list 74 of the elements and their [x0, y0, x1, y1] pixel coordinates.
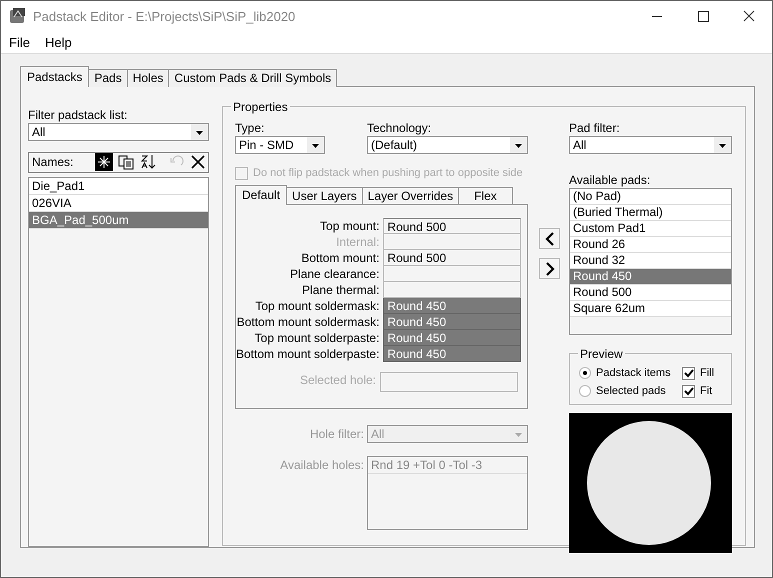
list-item[interactable]: BGA_Pad_500um	[29, 212, 208, 229]
checkbox-label: Fill	[700, 367, 714, 379]
label: Filter padstack list:	[28, 108, 128, 122]
radio-button[interactable]	[579, 367, 591, 379]
field-value[interactable]	[383, 234, 522, 250]
label: Technology:	[367, 121, 432, 135]
move-left-button[interactable]	[539, 228, 560, 249]
label: Bottom mount solderpaste:	[236, 346, 380, 362]
copy-icon[interactable]	[117, 153, 135, 172]
label: Available holes:	[279, 457, 364, 474]
radio-label: Selected pads	[596, 385, 666, 397]
checkbox[interactable]	[682, 384, 695, 398]
chevron-right-icon	[544, 262, 554, 276]
app-icon	[9, 7, 27, 25]
tab[interactable]: Default	[235, 185, 288, 205]
list-item[interactable]: Round 500	[570, 285, 731, 301]
list-item[interactable]: 026VIA	[29, 194, 208, 212]
radio-label: Padstack items	[596, 367, 671, 379]
delete-icon[interactable]	[189, 153, 207, 172]
label: Bottom mount soldermask:	[236, 314, 380, 330]
sort-icon[interactable]	[139, 153, 157, 172]
field-value[interactable]	[383, 266, 522, 282]
tab[interactable]: Pads	[88, 69, 128, 87]
checkbox[interactable]	[682, 366, 695, 380]
check-icon	[683, 386, 694, 396]
window-title: Padstack Editor - E:\Projects\SiP\SiP_lib2020	[33, 8, 296, 24]
chevron-left-icon	[544, 232, 554, 246]
label: Names:	[32, 155, 74, 170]
group-title: Preview	[578, 347, 625, 361]
field-value[interactable]: Round 450	[383, 298, 522, 314]
label: Internal:	[335, 234, 380, 250]
check-icon	[683, 368, 694, 378]
label: Top mount soldermask:	[254, 298, 380, 314]
checkbox-label: Fit	[700, 385, 712, 397]
group-title: Properties	[231, 100, 290, 114]
list-item[interactable]: Round 32	[570, 253, 731, 269]
tab[interactable]: Padstacks	[20, 66, 90, 87]
tab[interactable]: Flex	[458, 187, 513, 205]
menu-item[interactable]: File	[1, 34, 37, 50]
label: Hole filter:	[308, 427, 364, 441]
field-value[interactable]: Round 500	[383, 250, 522, 266]
radio-button[interactable]	[579, 385, 591, 397]
list-item[interactable]: Round 450	[570, 269, 731, 285]
dropdown[interactable]: (Default)	[367, 136, 528, 154]
label: Pad filter:	[569, 121, 621, 135]
tab[interactable]: Custom Pads & Drill Symbols	[168, 69, 338, 87]
dropdown[interactable]: Pin - SMD	[235, 136, 325, 154]
dropdown[interactable]: All	[28, 123, 209, 141]
label: Type:	[235, 121, 266, 135]
list-item[interactable]: (Buried Thermal)	[570, 205, 731, 221]
label: Plane clearance:	[289, 266, 380, 282]
checkbox-label: Do not flip padstack when pushing part to opposite side	[253, 167, 523, 179]
move-right-button[interactable]	[539, 258, 560, 279]
tab[interactable]: Layer Overrides	[362, 187, 460, 205]
field-value[interactable]: Round 450	[383, 330, 522, 346]
list-item[interactable]: Custom Pad1	[570, 221, 731, 237]
field-value[interactable]: Round 450	[383, 346, 522, 362]
list-item[interactable]: Round 26	[570, 237, 731, 253]
label: Bottom mount:	[300, 250, 380, 266]
new-icon[interactable]	[95, 153, 113, 172]
label: Available pads:	[569, 173, 652, 187]
dropdown[interactable]: All	[569, 136, 732, 154]
tab[interactable]: User Layers	[286, 187, 363, 205]
label: Selected hole:	[298, 372, 376, 388]
field-value[interactable]: Round 500	[383, 218, 522, 234]
list-item[interactable]: Die_Pad1	[29, 178, 208, 195]
list-item[interactable]: (No Pad)	[570, 189, 731, 205]
label: Plane thermal:	[301, 282, 380, 298]
label: Top mount solderpaste:	[254, 330, 380, 346]
field-value[interactable]: Round 450	[383, 314, 522, 330]
label: Top mount:	[319, 218, 380, 234]
menu-item[interactable]: Help	[36, 34, 79, 50]
list-item[interactable]: Square 62um	[570, 301, 731, 317]
tab[interactable]: Holes	[126, 69, 170, 87]
